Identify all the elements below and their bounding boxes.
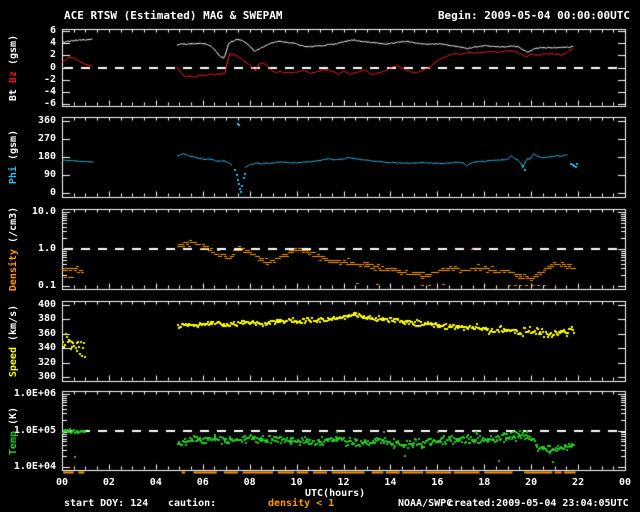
plot-title: ACE RTSW (Estimated) MAG & SWEPAM <box>64 9 283 22</box>
ace-rtsw-plot: ACE RTSW (Estimated) MAG & SWEPAM Begin:… <box>0 0 640 512</box>
start-doy-label: start DOY: 124 <box>64 498 149 509</box>
y-axis-label-part: (km/s) <box>8 304 19 341</box>
xtick-label: 14 <box>384 477 397 488</box>
xtick-label: 00 <box>618 477 632 488</box>
y-axis-label-part: (gsm) <box>8 34 19 65</box>
begin-timestamp: Begin: 2009-05-04 00:00:00UTC <box>437 9 630 22</box>
xtick-label: 04 <box>149 477 162 488</box>
xtick-label: 06 <box>196 477 209 488</box>
plot-canvas <box>0 0 640 512</box>
y-axis-label-part: Bz <box>8 64 19 83</box>
caution-label: caution: <box>168 498 217 509</box>
xtick-label: 08 <box>243 477 256 488</box>
agency-label: NOAA/SWPC <box>398 498 453 509</box>
y-axis-label-temp: Temp (K) <box>8 356 20 506</box>
xtick-label: 16 <box>431 477 444 488</box>
xtick-label: 00 <box>55 477 69 488</box>
y-axis-label-part: (/cm3) <box>8 206 19 243</box>
xtick-label: 20 <box>525 477 538 488</box>
created-timestamp: created:2009-05-04 23:04:05UTC <box>448 498 629 509</box>
xtick-label: 18 <box>478 477 491 488</box>
xtick-label: 02 <box>102 477 115 488</box>
y-axis-label-part: (gsm) <box>8 129 19 161</box>
caution-value: density < 1 <box>268 498 335 509</box>
y-axis-label-part: Temp <box>8 424 19 455</box>
xtick-label: 22 <box>572 477 585 488</box>
y-axis-label-part: (K) <box>8 406 19 425</box>
